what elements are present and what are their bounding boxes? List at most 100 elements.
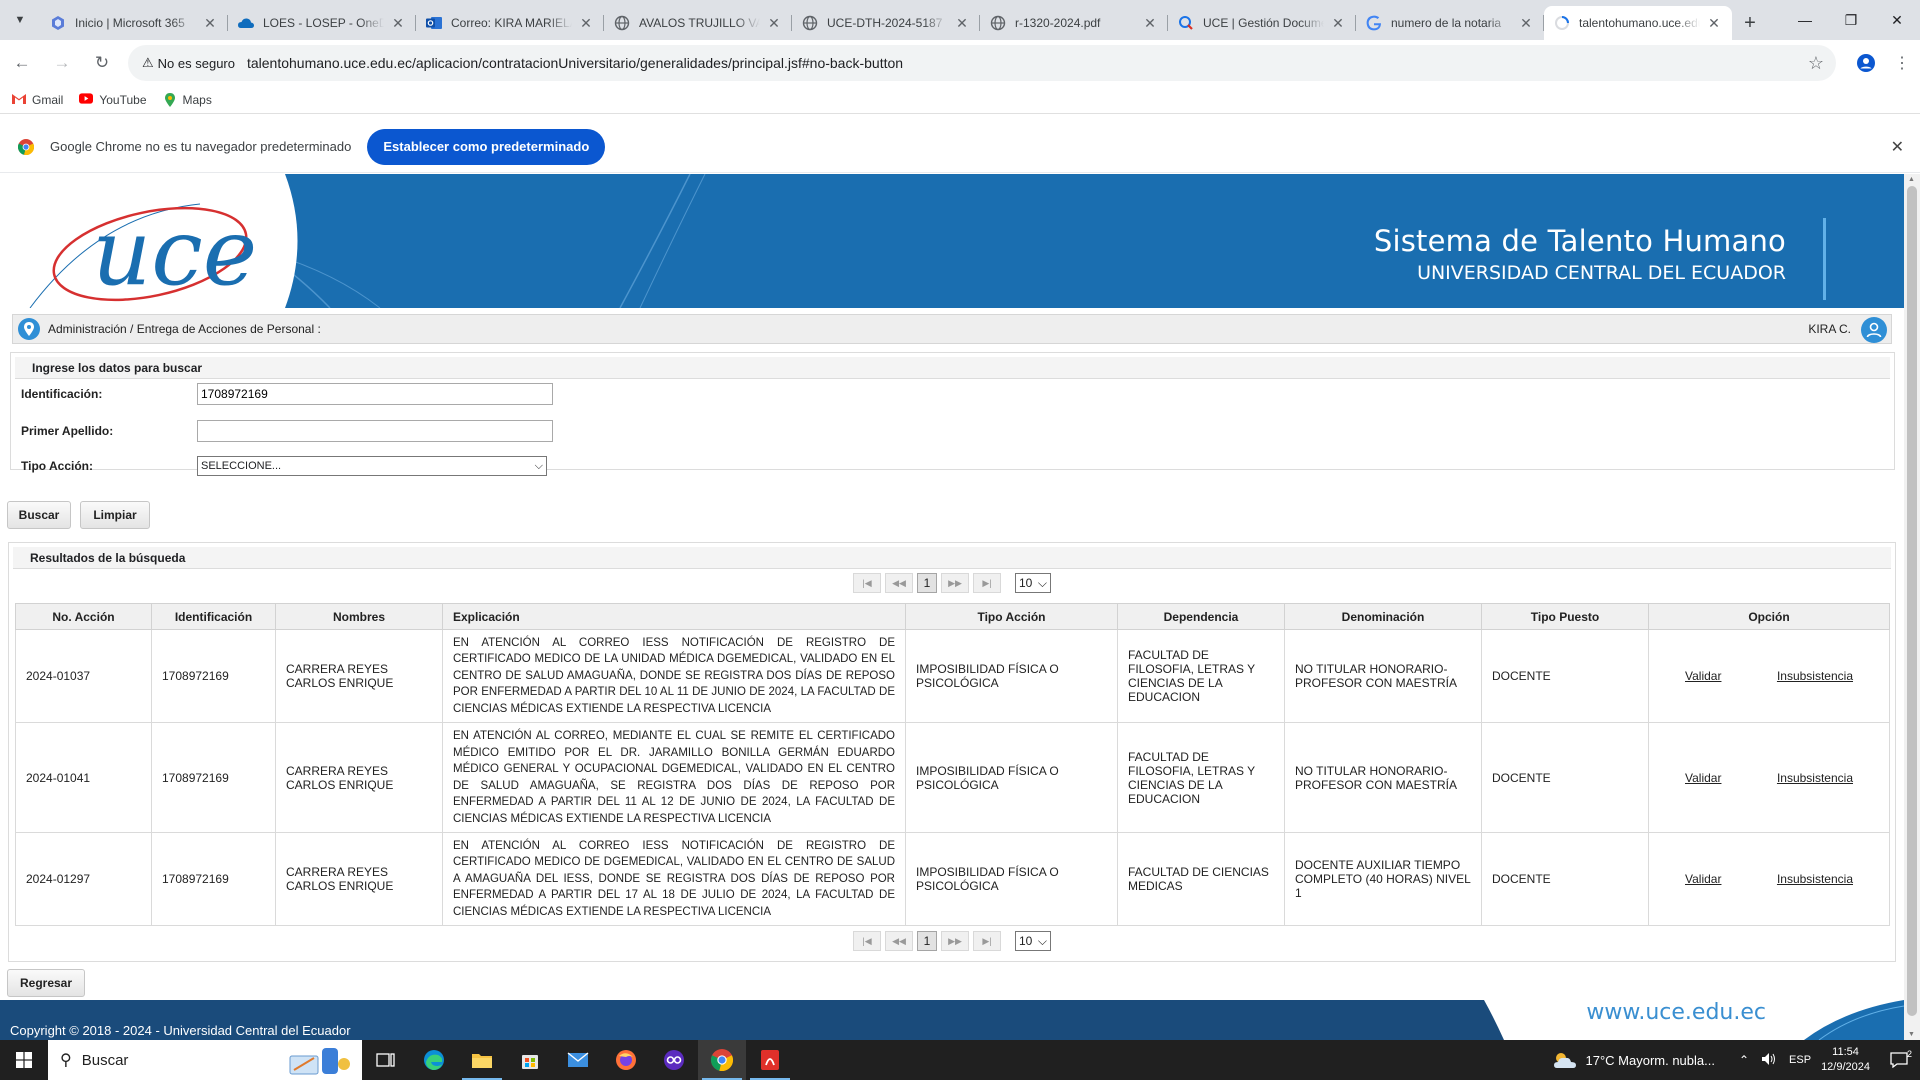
close-tab-icon[interactable]: ✕ bbox=[1518, 15, 1534, 32]
browser-tab[interactable]: Inicio | Microsoft 365 ✕ bbox=[40, 6, 228, 40]
tab-search-icon[interactable]: ▼ bbox=[0, 0, 40, 40]
current-page[interactable]: 1 bbox=[917, 573, 937, 593]
scroll-up-icon[interactable]: ▲ bbox=[1908, 176, 1915, 183]
next-page-icon[interactable]: ▶▶ bbox=[941, 931, 969, 951]
website-link[interactable]: www.uce.edu.ec bbox=[1586, 1000, 1766, 1025]
identification-input[interactable] bbox=[197, 383, 553, 405]
first-page-icon[interactable]: |◀ bbox=[853, 573, 881, 593]
browser-tab[interactable]: UCE | Gestión Documental ✕ bbox=[1168, 6, 1356, 40]
notification-icon[interactable]: 2 bbox=[1884, 1040, 1914, 1080]
browser-tab[interactable]: Correo: KIRA MARIELA ✕ bbox=[416, 6, 604, 40]
close-tab-icon[interactable]: ✕ bbox=[1706, 15, 1722, 32]
dependency-cell: FACULTAD DE FILOSOFIA, LETRAS Y CIENCIAS… bbox=[1117, 629, 1285, 723]
page-size-select[interactable]: 10 ⌵ bbox=[1015, 573, 1051, 593]
edge-icon[interactable] bbox=[410, 1040, 458, 1080]
back-button[interactable]: Regresar bbox=[7, 969, 85, 997]
insubsistencia-link[interactable]: Insubsistencia bbox=[1777, 771, 1853, 785]
insubsistencia-link[interactable]: Insubsistencia bbox=[1777, 669, 1853, 683]
bookmark-youtube[interactable]: YouTube bbox=[79, 93, 147, 107]
prev-page-icon[interactable]: ◀◀ bbox=[885, 573, 913, 593]
input-language[interactable]: ESP bbox=[1789, 1054, 1811, 1066]
search-button[interactable]: Buscar bbox=[7, 501, 71, 529]
page-scrollbar[interactable]: ▲ ▼ bbox=[1904, 174, 1920, 1040]
tab-title: AVALOS TRUJILLO VALERIA bbox=[639, 16, 760, 30]
insubsistencia-link[interactable]: Insubsistencia bbox=[1777, 872, 1853, 886]
security-chip[interactable]: ⚠ No es seguro bbox=[130, 49, 245, 77]
windows-start-icon[interactable] bbox=[0, 1040, 48, 1080]
validate-link[interactable]: Validar bbox=[1685, 669, 1721, 683]
validate-link[interactable]: Validar bbox=[1685, 771, 1721, 785]
profile-icon[interactable] bbox=[1848, 45, 1884, 81]
first-page-icon[interactable]: |◀ bbox=[853, 931, 881, 951]
browser-tab[interactable]: r-1320-2024.pdf ✕ bbox=[980, 6, 1168, 40]
last-page-icon[interactable]: ▶| bbox=[973, 931, 1001, 951]
kebab-menu-icon[interactable]: ⋮ bbox=[1884, 45, 1920, 81]
column-header[interactable]: Tipo Puesto bbox=[1481, 603, 1649, 630]
set-default-button[interactable]: Establecer como predeterminado bbox=[367, 128, 606, 165]
reload-icon[interactable]: ↻ bbox=[84, 45, 120, 81]
column-header[interactable]: Identificación bbox=[151, 603, 276, 630]
weather-widget[interactable]: 17°C Mayorm. nubla... bbox=[1552, 1050, 1715, 1070]
microsoft-store-icon[interactable] bbox=[506, 1040, 554, 1080]
next-page-icon[interactable]: ▶▶ bbox=[941, 573, 969, 593]
outlook-icon bbox=[426, 15, 442, 31]
scroll-down-icon[interactable]: ▼ bbox=[1908, 1031, 1915, 1038]
browser-tab[interactable]: UCE-DTH-2024-5187 ✕ bbox=[792, 6, 980, 40]
column-header[interactable]: No. Acción bbox=[15, 603, 152, 630]
column-header[interactable]: Opción bbox=[1648, 603, 1890, 630]
forward-arrow-icon[interactable]: → bbox=[44, 45, 80, 81]
browser-tab[interactable]: AVALOS TRUJILLO VALERIA ✕ bbox=[604, 6, 792, 40]
minimize-icon[interactable]: — bbox=[1782, 0, 1828, 40]
clear-button[interactable]: Limpiar bbox=[80, 501, 150, 529]
search-heading: Ingrese los datos para buscar bbox=[15, 357, 1890, 379]
new-tab-icon[interactable]: + bbox=[1732, 6, 1768, 40]
file-explorer-icon[interactable] bbox=[458, 1040, 506, 1080]
address-bar[interactable]: ⚠ No es seguro talentohumano.uce.edu.ec/… bbox=[128, 45, 1836, 81]
mail-icon[interactable] bbox=[554, 1040, 602, 1080]
close-tab-icon[interactable]: ✕ bbox=[578, 15, 594, 32]
surname-input[interactable] bbox=[197, 420, 553, 442]
close-tab-icon[interactable]: ✕ bbox=[954, 15, 970, 32]
action-type-select[interactable]: SELECCIONE... ⌵ bbox=[197, 456, 547, 476]
url-text[interactable]: talentohumano.uce.edu.ec/aplicacion/cont… bbox=[247, 55, 903, 71]
chrome-taskbar-icon[interactable] bbox=[698, 1040, 746, 1080]
column-header[interactable]: Nombres bbox=[275, 603, 443, 630]
close-tab-icon[interactable]: ✕ bbox=[1142, 15, 1158, 32]
taskbar-search[interactable]: ⚲ Buscar bbox=[48, 1040, 362, 1080]
column-header[interactable]: Denominación bbox=[1284, 603, 1482, 630]
browser-tab[interactable]: talentohumano.uce.edu.ec ✕ bbox=[1544, 6, 1732, 40]
close-tab-icon[interactable]: ✕ bbox=[766, 15, 782, 32]
page-size-select[interactable]: 10 ⌵ bbox=[1015, 931, 1051, 951]
back-arrow-icon[interactable]: ← bbox=[4, 45, 40, 81]
column-header[interactable]: Dependencia bbox=[1117, 603, 1285, 630]
close-tab-icon[interactable]: ✕ bbox=[390, 15, 406, 32]
chevron-up-icon[interactable]: ⌃ bbox=[1739, 1053, 1749, 1067]
bookmark-maps[interactable]: Maps bbox=[163, 92, 212, 107]
close-tab-icon[interactable]: ✕ bbox=[1330, 15, 1346, 32]
clipchamp-icon[interactable] bbox=[650, 1040, 698, 1080]
scrollbar-thumb[interactable] bbox=[1907, 186, 1917, 1016]
bookmark-gmail[interactable]: Gmail bbox=[12, 92, 63, 107]
user-avatar-icon[interactable] bbox=[1861, 317, 1887, 343]
task-view-icon[interactable] bbox=[362, 1040, 410, 1080]
banner-divider bbox=[1823, 218, 1826, 300]
bookmark-star-icon[interactable]: ☆ bbox=[1808, 53, 1824, 74]
browser-tab[interactable]: numero de la notaria ✕ bbox=[1356, 6, 1544, 40]
pdf-reader-icon[interactable] bbox=[746, 1040, 794, 1080]
current-page[interactable]: 1 bbox=[917, 931, 937, 951]
validate-link[interactable]: Validar bbox=[1685, 872, 1721, 886]
speaker-icon[interactable] bbox=[1761, 1052, 1777, 1069]
firefox-icon[interactable] bbox=[602, 1040, 650, 1080]
browser-tab[interactable]: LOES - LOSEP - OneDrive ✕ bbox=[228, 6, 416, 40]
restore-icon[interactable]: ❐ bbox=[1828, 0, 1874, 40]
close-tab-icon[interactable]: ✕ bbox=[202, 15, 218, 32]
last-page-icon[interactable]: ▶| bbox=[973, 573, 1001, 593]
column-header[interactable]: Explicación bbox=[442, 603, 906, 630]
infobar-close-icon[interactable]: ✕ bbox=[1891, 137, 1904, 157]
warning-icon: ⚠ bbox=[142, 55, 154, 70]
close-window-icon[interactable]: ✕ bbox=[1874, 0, 1920, 40]
prev-page-icon[interactable]: ◀◀ bbox=[885, 931, 913, 951]
taskbar-clock[interactable]: 11:54 12/9/2024 bbox=[1821, 1045, 1870, 1075]
chevron-down-icon: ⌵ bbox=[1037, 575, 1047, 590]
column-header[interactable]: Tipo Acción bbox=[905, 603, 1118, 630]
